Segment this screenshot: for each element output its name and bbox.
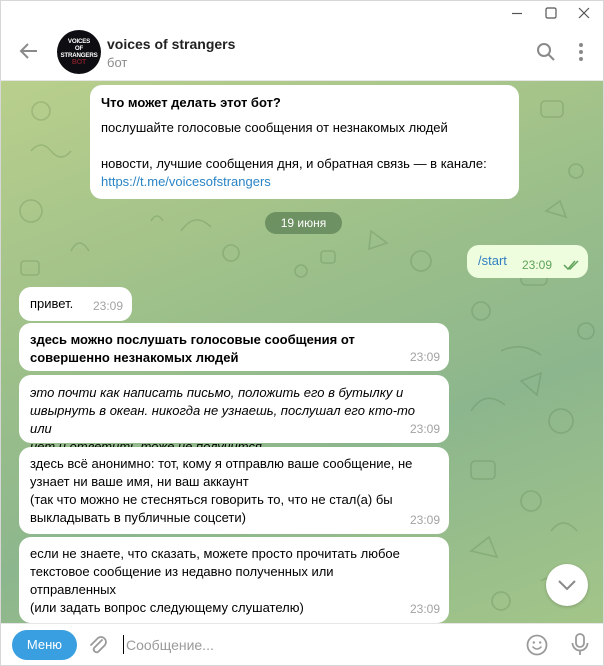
message-time: 23:09 [409,422,440,436]
minimize-icon[interactable] [509,5,525,21]
message-text-line: здесь можно послушать голосовые сообщени… [30,332,355,347]
message-time: 23:09 [92,299,123,313]
incoming-message[interactable]: привет. 23:09 [19,287,132,321]
microphone-icon[interactable] [570,632,590,658]
chat-title[interactable]: voices of strangers [107,36,235,52]
back-arrow-icon[interactable] [18,40,40,62]
channel-link[interactable]: https://t.me/voicesofstrangers [101,173,508,191]
message-time: 23:09 [409,513,440,527]
telegram-window: VOICES OF STRANGERS BOT voices of strang… [0,0,604,666]
bot-description-line: новости, лучшие сообщения дня, и обратна… [101,156,487,171]
message-text-line: (или задать вопрос следующему слушателю) [30,600,304,615]
incoming-message[interactable]: здесь можно послушать голосовые сообщени… [19,323,449,371]
scroll-to-bottom-button[interactable] [546,564,588,606]
message-time: 23:09 [522,258,553,272]
text-cursor [123,635,124,654]
message-text-line: узнает ни ваше имя, ни ваш аккаунт [30,474,249,489]
emoji-icon[interactable] [525,633,549,657]
message-text-line: это почти как написать письмо, положить … [30,385,404,400]
message-time: 23:09 [409,602,440,616]
message-text-line: швырнуть в океан. никогда не узнаешь, по… [30,403,415,436]
message-text-line: отправленных [30,582,117,597]
bot-description-line: послушайте голосовые сообщения от незнак… [101,120,448,135]
message-text-line: привет. [30,296,74,311]
bot-description-title: Что может делать этот бот? [101,95,281,110]
maximize-icon[interactable] [543,5,559,21]
outgoing-message-text[interactable]: /start [478,253,507,268]
message-text-line: выкладывать в публичные соцсети) [30,510,246,525]
message-time: 23:09 [409,350,440,364]
avatar-text-1: VOICES [67,38,91,45]
incoming-message[interactable]: если не знаете, что сказать, можете прос… [19,537,449,623]
outgoing-message[interactable]: /start 23:09 [467,245,588,278]
close-icon[interactable] [576,5,592,21]
message-text-line: текстовое сообщение из недавно полученны… [30,564,334,579]
chevron-down-icon [558,580,576,591]
chat-header: VOICES OF STRANGERS BOT voices of strang… [1,25,603,81]
more-vertical-icon[interactable] [571,41,591,63]
message-text-line: если не знаете, что сказать, можете прос… [30,546,400,561]
avatar-text-2: OF STRANGERS [60,45,98,59]
message-text-line: (так что можно не стесняться говорить то… [30,492,393,507]
bot-menu-button[interactable]: Меню [12,630,77,660]
search-icon[interactable] [536,42,556,62]
message-input[interactable] [126,633,506,657]
chat-area[interactable]: Что может делать этот бот? послушайте го… [1,81,603,623]
avatar-text-3: BOT [71,59,87,66]
date-separator: 19 июня [265,212,342,234]
message-text-line: здесь всё анонимно: тот, кому я отправлю… [30,456,413,471]
double-check-icon [563,260,579,271]
title-bar [1,1,603,25]
chat-subtitle: бот [107,55,128,70]
bot-avatar[interactable]: VOICES OF STRANGERS BOT [57,30,101,74]
incoming-message[interactable]: здесь всё анонимно: тот, кому я отправлю… [19,447,449,534]
message-composer: Меню [1,623,603,665]
bot-description-card: Что может делать этот бот? послушайте го… [90,85,519,199]
paperclip-icon[interactable] [87,633,109,657]
message-text-line: совершенно незнакомых людей [30,350,239,365]
incoming-message[interactable]: это почти как написать письмо, положить … [19,375,449,454]
